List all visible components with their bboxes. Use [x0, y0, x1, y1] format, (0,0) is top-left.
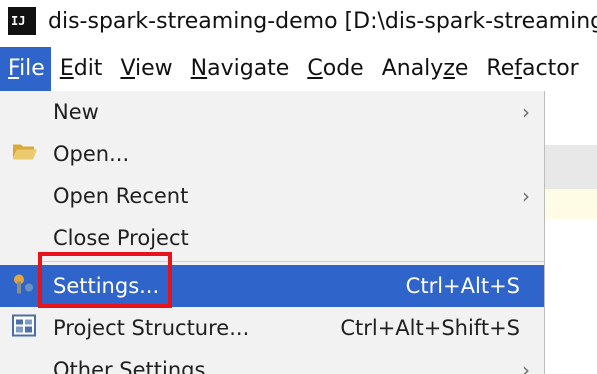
menu-edit[interactable]: Edit [51, 47, 112, 91]
menu-file-mnemonic: F [8, 56, 20, 81]
menu-refactor-mnemonic: f [514, 56, 523, 81]
menu-item-other-settings-label: Other Settings [53, 358, 206, 374]
menu-code[interactable]: Code [298, 47, 372, 91]
settings-wrench-icon [12, 272, 36, 301]
menu-item-project-structure-shortcut: Ctrl+Alt+Shift+S [340, 316, 520, 340]
menu-code-rest: ode [322, 56, 364, 81]
file-menu-dropdown: New › Open... Open Recent › Close Projec… [0, 91, 545, 374]
menu-navigate-mnemonic: N [190, 56, 208, 81]
menu-item-new-label: New [53, 100, 99, 124]
window-title: dis-spark-streaming-demo [D:\dis-spark-s… [48, 8, 597, 34]
menu-code-mnemonic: C [307, 56, 323, 81]
menu-refactor-pre: Re [486, 56, 515, 81]
menu-view-mnemonic: V [120, 56, 136, 81]
submenu-arrow-icon: › [522, 184, 530, 208]
folder-open-icon [12, 142, 38, 167]
menu-navigate-rest: avigate [207, 56, 290, 81]
menu-view-rest: iew [135, 56, 173, 81]
menu-item-settings-label: Settings... [53, 274, 160, 298]
menu-analyze-pre: Analy [381, 56, 444, 81]
menu-file[interactable]: File [0, 47, 51, 91]
menu-item-open-label: Open... [53, 142, 130, 166]
menu-analyze-rest: e [454, 56, 469, 81]
editor-current-line [545, 189, 597, 219]
menu-edit-rest: dit [73, 56, 103, 81]
menu-item-open-recent-label: Open Recent [53, 184, 189, 208]
ide-window: IJ dis-spark-streaming-demo [D:\dis-spar… [0, 0, 597, 374]
menu-item-other-settings[interactable]: Other Settings › [0, 349, 544, 374]
menu-item-close-project[interactable]: Close Project [0, 217, 544, 259]
menu-item-project-structure[interactable]: Project Structure... Ctrl+Alt+Shift+S [0, 307, 544, 349]
menu-refactor[interactable]: Refactor [477, 47, 587, 91]
menu-analyze[interactable]: Analyze [373, 47, 478, 91]
menu-item-new[interactable]: New › [0, 91, 544, 133]
menu-file-rest: ile [19, 56, 45, 81]
menu-bar: File Edit View Navigate Code Analyze Ref… [0, 47, 597, 91]
menu-item-settings[interactable]: Settings... Ctrl+Alt+S [0, 265, 544, 307]
menu-analyze-mnemonic: z [443, 56, 455, 81]
submenu-arrow-icon: › [522, 100, 530, 124]
menu-item-open-recent[interactable]: Open Recent › [0, 175, 544, 217]
menu-item-project-structure-label: Project Structure... [53, 316, 250, 340]
menu-navigate[interactable]: Navigate [182, 47, 299, 91]
submenu-arrow-icon: › [522, 358, 530, 374]
menu-edit-mnemonic: E [59, 56, 74, 81]
menu-item-close-project-label: Close Project [53, 226, 189, 250]
project-structure-icon [12, 314, 36, 342]
title-bar: IJ dis-spark-streaming-demo [D:\dis-spar… [0, 0, 597, 42]
menu-separator [40, 261, 544, 262]
menu-view[interactable]: View [111, 47, 181, 91]
menu-item-open[interactable]: Open... [0, 133, 544, 175]
intellij-app-icon: IJ [8, 7, 36, 35]
editor-tab-bar [545, 145, 597, 189]
menu-item-settings-shortcut: Ctrl+Alt+S [405, 274, 520, 298]
menu-refactor-rest: actor [522, 56, 579, 81]
editor-area [545, 91, 597, 374]
